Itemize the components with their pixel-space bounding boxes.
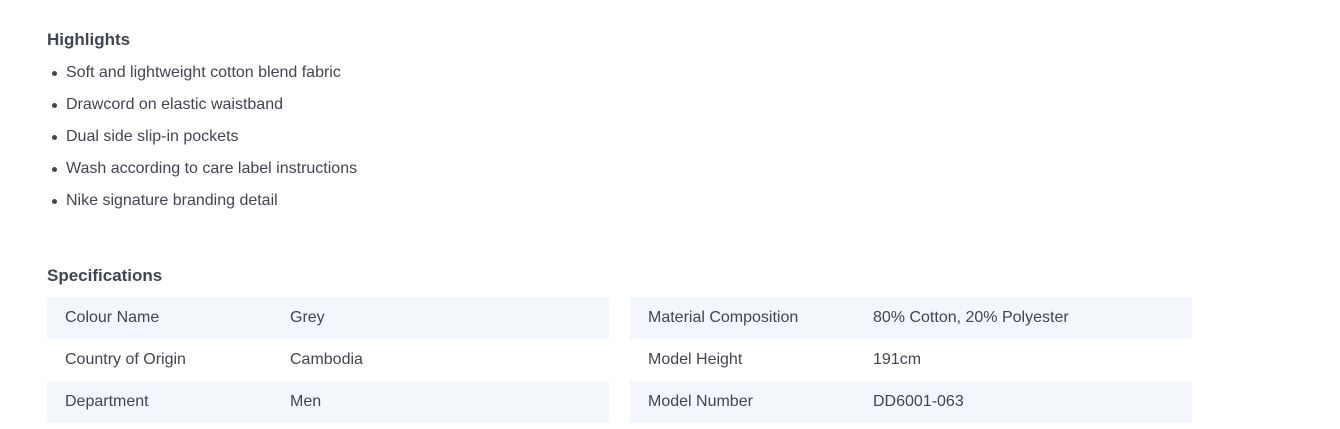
spec-row-model-height: Model Height 191cm [630,339,1192,381]
spec-row-colour-name: Colour Name Grey [47,297,609,339]
spec-row-material-composition: Material Composition 80% Cotton, 20% Pol… [630,297,1192,339]
highlight-text: Wash according to care label instruction… [66,160,358,177]
highlight-text: Drawcord on elastic waistband [66,96,283,113]
spec-label: Model Height [648,351,743,368]
specifications-table-right: Material Composition 80% Cotton, 20% Pol… [630,297,1192,423]
highlight-item: Drawcord on elastic waistband [47,92,357,124]
spec-row-department: Department Men [47,381,609,423]
bullet-icon [52,71,57,76]
bullet-icon [52,135,57,140]
spec-label: Colour Name [65,309,160,326]
highlight-item: Soft and lightweight cotton blend fabric [47,60,357,92]
spec-value: Cambodia [290,351,363,368]
spec-row-country-of-origin: Country of Origin Cambodia [47,339,609,381]
spec-label: Country of Origin [65,351,186,368]
specifications-table-left: Colour Name Grey Country of Origin Cambo… [47,297,609,423]
highlight-text: Dual side slip-in pockets [66,128,239,145]
spec-value: 80% Cotton, 20% Polyester [873,309,1069,326]
spec-value: DD6001-063 [873,393,964,410]
specifications-heading: Specifications [47,266,163,285]
spec-label: Department [65,393,149,410]
highlight-text: Nike signature branding detail [66,192,278,209]
highlight-item: Wash according to care label instruction… [47,156,357,188]
spec-value: Men [290,393,322,410]
bullet-icon [52,103,57,108]
highlight-item: Dual side slip-in pockets [47,124,357,156]
highlights-list: Soft and lightweight cotton blend fabric… [47,60,357,220]
highlight-item: Nike signature branding detail [47,188,357,220]
highlights-heading: Highlights [47,30,131,49]
highlight-text: Soft and lightweight cotton blend fabric [66,64,341,81]
bullet-icon [52,167,57,172]
spec-value: 191cm [873,351,922,368]
spec-label: Material Composition [648,309,799,326]
spec-row-model-number: Model Number DD6001-063 [630,381,1192,423]
spec-label: Model Number [648,393,753,410]
spec-value: Grey [290,309,325,326]
bullet-icon [52,199,57,204]
